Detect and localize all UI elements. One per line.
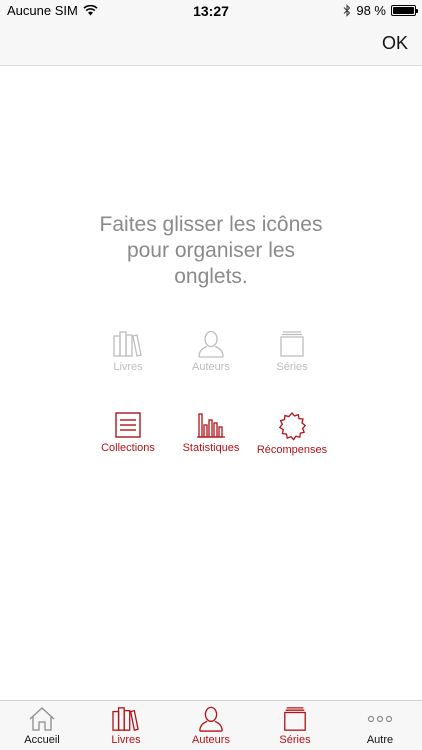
tab-label: Livres: [111, 734, 141, 746]
stack-icon: [280, 331, 304, 357]
draggable-tab-livres[interactable]: Livres: [83, 330, 173, 373]
navigation-bar: OK: [0, 22, 422, 66]
tab-label: Auteurs: [192, 734, 230, 746]
tab-label: Accueil: [24, 734, 60, 746]
tab-label: Récompenses: [256, 444, 328, 456]
tab-livres[interactable]: Livres: [84, 701, 168, 750]
tab-auteurs[interactable]: Auteurs: [169, 701, 253, 750]
tab-label: Collections: [101, 442, 155, 454]
tab-series[interactable]: Séries: [253, 701, 337, 750]
stack-icon: [284, 707, 306, 731]
status-bar-right: 98 %: [343, 3, 418, 18]
draggable-tab-statistiques[interactable]: Statistiques: [166, 411, 256, 454]
battery-level: [393, 7, 414, 14]
home-icon: [29, 707, 55, 731]
instruction-line: Faites glisser les icônes: [99, 213, 323, 236]
instruction-line: onglets.: [174, 265, 248, 288]
ok-button[interactable]: OK: [382, 33, 408, 54]
draggable-tab-auteurs[interactable]: Auteurs: [166, 330, 256, 373]
tab-autre[interactable]: Autre: [338, 701, 422, 750]
person-icon: [199, 706, 223, 732]
tab-label: Autre: [366, 734, 394, 746]
battery-icon: [391, 5, 418, 16]
draggable-tab-recompenses[interactable]: Récompenses: [247, 411, 337, 456]
more-icon: [367, 715, 393, 723]
person-icon: [198, 330, 224, 358]
tab-label: Séries: [279, 734, 311, 746]
draggable-tab-series[interactable]: Séries: [247, 330, 337, 373]
tab-label: Statistiques: [182, 442, 240, 454]
badge-icon: [278, 412, 307, 441]
list-icon: [115, 412, 141, 438]
tab-label: Auteurs: [192, 361, 230, 373]
tab-bar: Accueil Livres Auteurs Séries Autre: [0, 700, 422, 750]
battery-percent: 98 %: [356, 3, 386, 18]
status-bar: Aucune SIM 13:27 98 %: [0, 0, 422, 22]
bar-chart-icon: [197, 413, 225, 438]
draggable-tab-collections[interactable]: Collections: [83, 411, 173, 454]
instruction-line: pour organiser les: [126, 239, 296, 262]
books-icon: [113, 331, 142, 357]
books-icon: [112, 707, 139, 731]
bluetooth-icon: [343, 4, 351, 17]
tab-customization-screen: Aucune SIM 13:27 98 % OK Faites glisser …: [0, 0, 422, 750]
tab-label: Livres: [113, 361, 143, 373]
instruction-text: Faites glisser les icônes pour organiser…: [60, 212, 362, 290]
tab-accueil[interactable]: Accueil: [0, 701, 84, 750]
tab-label: Séries: [276, 361, 308, 373]
